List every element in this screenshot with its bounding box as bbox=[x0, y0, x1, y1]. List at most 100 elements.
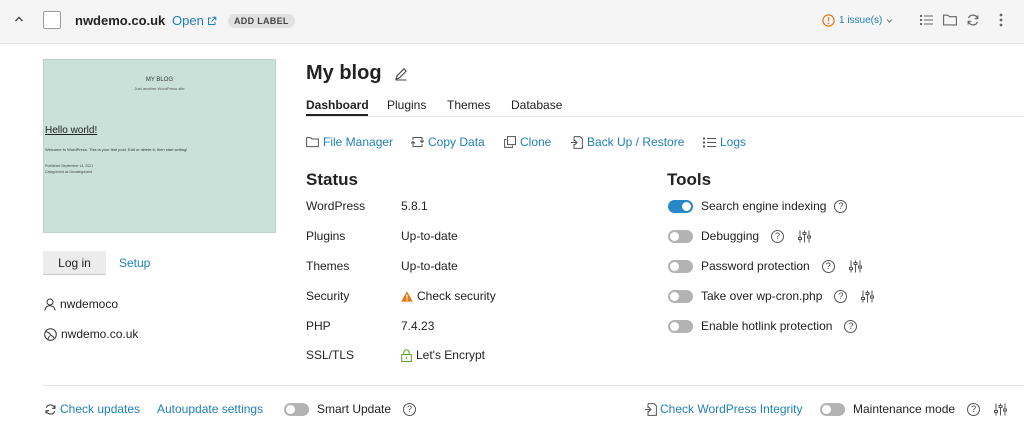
backup-icon bbox=[571, 135, 583, 149]
status-value-wordpress: 5.8.1 bbox=[401, 199, 428, 213]
site-domain: nwdemo.co.uk bbox=[44, 327, 138, 341]
status-value-php: 7.4.23 bbox=[401, 319, 434, 333]
issues-label: 1 issue(s) bbox=[839, 15, 883, 26]
tool-password-protection: Password protection ? bbox=[668, 258, 862, 274]
status-label-ssl: SSL/TLS bbox=[306, 348, 355, 362]
status-label-php: PHP bbox=[306, 319, 331, 333]
backup-restore-label: Back Up / Restore bbox=[587, 135, 685, 149]
copy-data-icon bbox=[411, 136, 424, 148]
tool-label: Search engine indexing bbox=[701, 199, 827, 213]
help-icon[interactable]: ? bbox=[403, 402, 417, 416]
refresh-icon bbox=[44, 403, 57, 416]
site-preview-thumbnail[interactable]: MY BLOG Just another WordPress site Hell… bbox=[43, 59, 276, 233]
status-value-themes: Up-to-date bbox=[401, 259, 458, 273]
site-user: nwdemoco bbox=[44, 297, 118, 311]
active-tab-indicator bbox=[306, 114, 368, 116]
issues-dropdown[interactable]: 1 issue(s) bbox=[822, 14, 893, 27]
tools-heading: Tools bbox=[667, 170, 712, 189]
collapse-chevron-icon[interactable] bbox=[14, 14, 24, 24]
plugins-status: Up-to-date bbox=[401, 229, 458, 243]
settings-sliders-icon[interactable] bbox=[994, 403, 1008, 416]
check-security-link[interactable]: Check security bbox=[401, 289, 496, 303]
settings-sliders-icon[interactable] bbox=[848, 260, 862, 273]
tabs-divider bbox=[306, 116, 1024, 117]
maintenance-mode-toggle[interactable] bbox=[820, 402, 845, 416]
setup-link[interactable]: Setup bbox=[119, 256, 150, 270]
tab-database[interactable]: Database bbox=[511, 98, 562, 112]
password-protection-toggle[interactable] bbox=[668, 259, 693, 273]
check-updates-label: Check updates bbox=[60, 402, 141, 416]
tool-debugging: Debugging ? bbox=[668, 228, 812, 244]
refresh-icon[interactable] bbox=[966, 13, 980, 27]
status-value-ssl[interactable]: Let's Encrypt bbox=[401, 348, 485, 362]
hotlink-protection-toggle[interactable] bbox=[668, 319, 693, 333]
tool-search-engine-indexing: Search engine indexing ? bbox=[668, 198, 848, 214]
preview-site-title: MY BLOG bbox=[145, 77, 174, 83]
site-user-name: nwdemoco bbox=[60, 297, 119, 311]
open-site-link[interactable]: Open bbox=[172, 13, 217, 28]
check-security-label: Check security bbox=[417, 289, 496, 303]
user-icon bbox=[44, 298, 56, 311]
help-icon[interactable]: ? bbox=[771, 229, 785, 243]
tool-label: Enable hotlink protection bbox=[701, 319, 833, 333]
page-title: My blog bbox=[306, 62, 382, 84]
folder-icon bbox=[306, 136, 319, 148]
select-site-checkbox[interactable] bbox=[43, 11, 61, 29]
warning-circle-icon bbox=[822, 14, 835, 27]
footer-divider bbox=[43, 385, 1024, 386]
smart-update-toggle[interactable] bbox=[284, 402, 309, 416]
php-version: 7.4.23 bbox=[401, 319, 435, 333]
wordpress-version: 5.8.1 bbox=[401, 199, 428, 213]
preview-tagline: Just another WordPress site bbox=[134, 86, 185, 91]
edit-title-icon[interactable] bbox=[394, 67, 408, 81]
smart-update-label: Smart Update bbox=[317, 402, 392, 416]
tab-themes[interactable]: Themes bbox=[447, 98, 490, 112]
maintenance-mode-control: Maintenance mode ? bbox=[820, 402, 1008, 416]
login-button[interactable]: Log in bbox=[43, 251, 106, 275]
ssl-provider: Let's Encrypt bbox=[416, 348, 485, 362]
help-icon[interactable]: ? bbox=[821, 259, 835, 273]
lock-icon bbox=[401, 348, 412, 362]
status-label-wordpress: WordPress bbox=[306, 199, 366, 213]
preview-post-body: Welcome to WordPress. This is your first… bbox=[45, 147, 188, 152]
tab-dashboard[interactable]: Dashboard bbox=[306, 98, 369, 112]
maintenance-label: Maintenance mode bbox=[853, 402, 956, 416]
autoupdate-settings-link[interactable]: Autoupdate settings bbox=[157, 402, 263, 416]
preview-published: Published September 14, 2021 bbox=[45, 164, 94, 168]
tool-label: Password protection bbox=[701, 259, 810, 273]
status-label-themes: Themes bbox=[306, 259, 350, 273]
help-icon[interactable]: ? bbox=[834, 289, 848, 303]
check-updates-button[interactable]: Check updates bbox=[44, 402, 140, 416]
copy-data-button[interactable]: Copy Data bbox=[411, 135, 485, 149]
more-options-icon[interactable] bbox=[999, 13, 1003, 27]
clone-button[interactable]: Clone bbox=[504, 135, 551, 149]
help-icon[interactable]: ? bbox=[834, 199, 848, 213]
debugging-toggle[interactable] bbox=[668, 229, 693, 243]
external-link-icon bbox=[207, 16, 217, 26]
logs-button[interactable]: Logs bbox=[703, 135, 746, 149]
help-icon[interactable]: ? bbox=[967, 402, 981, 416]
status-label-plugins: Plugins bbox=[306, 229, 346, 243]
tab-plugins[interactable]: Plugins bbox=[387, 98, 426, 112]
file-manager-label: File Manager bbox=[323, 135, 394, 149]
wp-cron-toggle[interactable] bbox=[668, 289, 693, 303]
status-heading: Status bbox=[306, 170, 358, 189]
clone-label: Clone bbox=[520, 135, 552, 149]
settings-sliders-icon[interactable] bbox=[798, 230, 812, 243]
help-icon[interactable]: ? bbox=[844, 319, 858, 333]
settings-sliders-icon[interactable] bbox=[861, 290, 875, 303]
globe-icon bbox=[44, 327, 57, 341]
add-label-button[interactable]: ADD LABEL bbox=[228, 14, 295, 28]
header-domain: nwdemo.co.uk bbox=[75, 13, 166, 28]
search-indexing-toggle[interactable] bbox=[668, 199, 693, 213]
list-view-icon[interactable] bbox=[920, 14, 933, 26]
backup-restore-button[interactable]: Back Up / Restore bbox=[571, 135, 684, 149]
autoupdate-label: Autoupdate settings bbox=[157, 402, 264, 416]
tool-hotlink-protection: Enable hotlink protection ? bbox=[668, 318, 858, 334]
smart-update-control: Smart Update ? bbox=[284, 402, 417, 416]
check-integrity-button[interactable]: Check WordPress Integrity bbox=[645, 402, 803, 416]
clone-icon bbox=[504, 136, 516, 148]
folder-icon[interactable] bbox=[943, 13, 957, 26]
file-manager-button[interactable]: File Manager bbox=[306, 135, 393, 149]
open-label: Open bbox=[172, 13, 204, 28]
